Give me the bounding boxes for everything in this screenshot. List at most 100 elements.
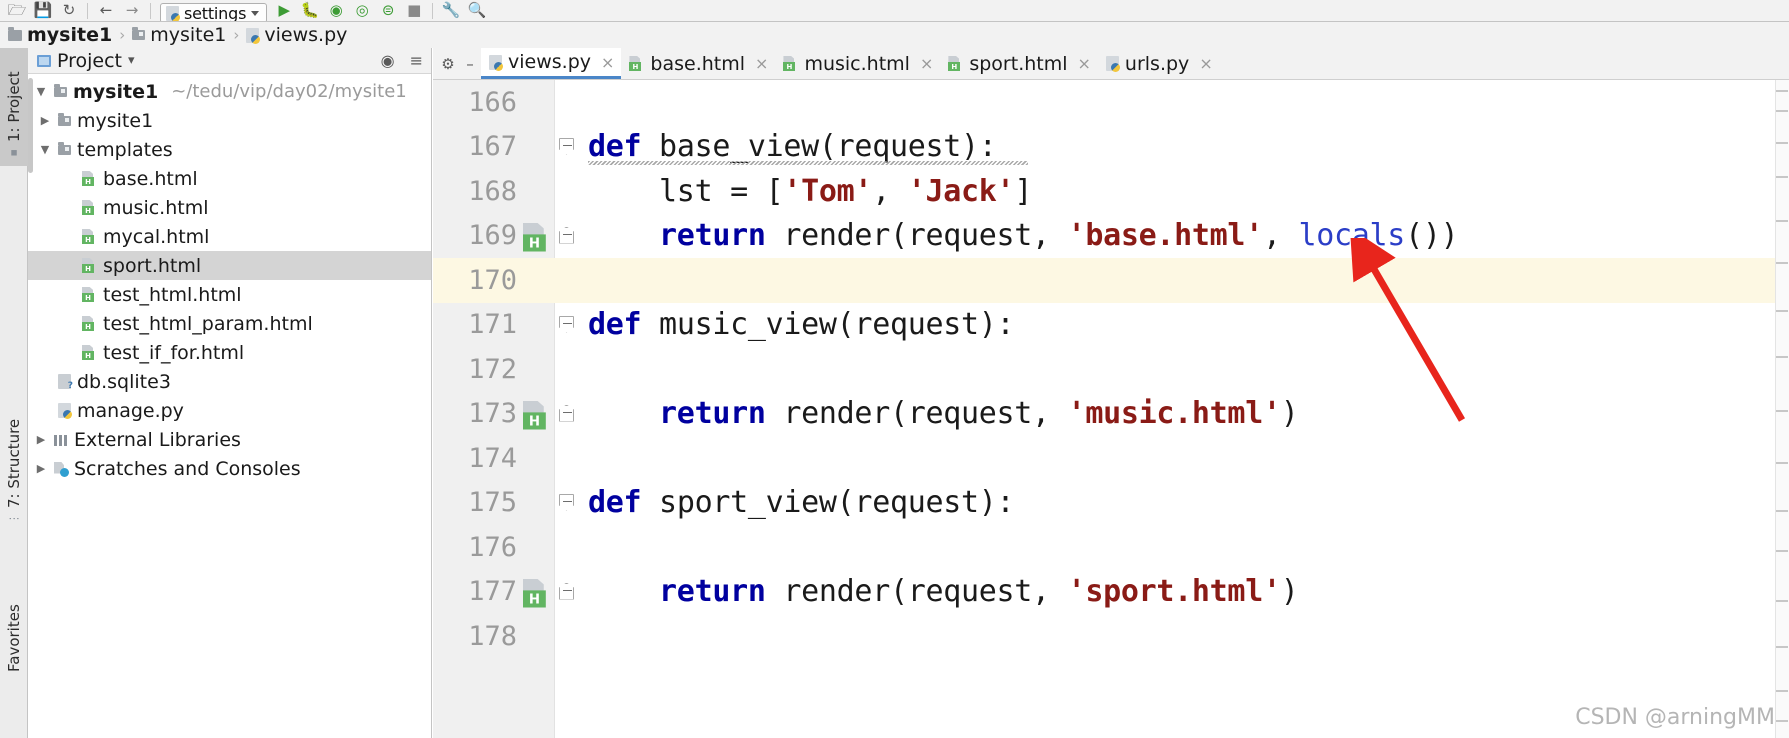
run-configuration-selector[interactable]: settings bbox=[160, 3, 268, 22]
tree-item-test-html-html[interactable]: ▶ test_html.html bbox=[28, 280, 431, 309]
chevron-right-icon[interactable]: ▶ bbox=[34, 462, 48, 475]
chevron-right-icon: ▶ bbox=[62, 230, 76, 243]
html-file-icon bbox=[82, 258, 97, 273]
code-fold-end-icon[interactable] bbox=[559, 404, 574, 422]
code-text: def sport_view(request): bbox=[588, 485, 1015, 521]
code-fold-start-icon[interactable] bbox=[559, 315, 574, 333]
marker-tick bbox=[1776, 550, 1788, 552]
tree-item-mysite1[interactable]: ▼ mysite1 ~/tedu/vip/day02/mysite1 bbox=[28, 77, 431, 106]
structure-icon: ⋮ bbox=[7, 513, 21, 524]
run-icon[interactable]: ▶ bbox=[271, 0, 297, 21]
tree-item-mycal-html[interactable]: ▶ mycal.html bbox=[28, 222, 431, 251]
editor-tab-label: urls.py bbox=[1124, 52, 1190, 75]
target-icon[interactable]: ◉ bbox=[381, 51, 395, 70]
open-folder-icon[interactable]: 🗁 bbox=[4, 0, 30, 21]
code-fold-start-icon[interactable] bbox=[559, 137, 574, 155]
tree-item-path: ~/tedu/vip/day02/mysite1 bbox=[171, 81, 407, 102]
sidebar-item-label: Favorites bbox=[5, 604, 23, 672]
close-icon[interactable]: × bbox=[1078, 54, 1091, 73]
editor-tab-music-html[interactable]: music.html × bbox=[775, 48, 940, 79]
run-configuration-label: settings bbox=[184, 3, 247, 22]
code-editor[interactable]: 166 167 def base_view(request): 168 lst = [… bbox=[433, 80, 1789, 738]
html-file-icon bbox=[82, 229, 97, 244]
marker-tick bbox=[1776, 310, 1788, 312]
run-queue-icon[interactable]: ⊜ bbox=[375, 0, 401, 21]
editor-tab-base-html[interactable]: base.html × bbox=[621, 48, 775, 79]
chevron-right-icon[interactable]: ▶ bbox=[34, 433, 48, 446]
code-fold-end-icon[interactable] bbox=[559, 226, 574, 244]
code-line: 169 return render(request, 'base.html', … bbox=[433, 214, 1789, 259]
toolbar-divider-3 bbox=[432, 2, 434, 19]
code-line: 173 return render(request, 'music.html') bbox=[433, 392, 1789, 437]
project-panel-title: Project bbox=[57, 49, 123, 72]
tree-item-test-html-param-html[interactable]: ▶ test_html_param.html bbox=[28, 309, 431, 338]
sync-icon[interactable]: ↻ bbox=[56, 0, 82, 21]
tree-item-mysite1[interactable]: ▶ mysite1 bbox=[28, 106, 431, 135]
minimize-icon[interactable]: – bbox=[459, 48, 481, 79]
python-file-icon bbox=[1105, 56, 1120, 72]
code-line: 175 def sport_view(request): bbox=[433, 481, 1789, 526]
tree-item-label: mysite1 bbox=[73, 80, 159, 103]
code-line: 166 bbox=[433, 80, 1789, 125]
code-line: 177 return render(request, 'sport.html') bbox=[433, 570, 1789, 615]
sidebar-item-favorites[interactable]: Favorites bbox=[0, 558, 28, 678]
line-number: 175 bbox=[468, 487, 517, 519]
breadcrumb-item-file[interactable]: views.py bbox=[246, 24, 347, 46]
search-icon[interactable]: 🔍 bbox=[464, 0, 490, 21]
chevron-down-icon[interactable]: ▼ bbox=[34, 85, 48, 98]
settings-gear-icon[interactable]: ⚙ bbox=[437, 48, 459, 79]
save-icon[interactable]: 💾 bbox=[30, 0, 56, 21]
tree-item-test-if-for-html[interactable]: ▶ test_if_for.html bbox=[28, 338, 431, 367]
breadcrumb-separator: › bbox=[233, 26, 240, 44]
breadcrumb-label: views.py bbox=[264, 24, 348, 46]
tree-item-templates[interactable]: ▼ templates bbox=[28, 135, 431, 164]
navigate-forward-icon[interactable]: → bbox=[119, 0, 145, 21]
tree-item-label: mysite1 bbox=[77, 109, 154, 132]
profile-icon[interactable]: ◎ bbox=[349, 0, 375, 21]
breadcrumb-item-package[interactable]: mysite1 bbox=[132, 24, 226, 46]
editor-tab-views-py[interactable]: views.py × bbox=[481, 48, 622, 79]
breadcrumb-label: mysite1 bbox=[150, 24, 227, 46]
tree-item-manage-py[interactable]: ▶ manage.py bbox=[28, 396, 431, 425]
run-with-coverage-icon[interactable]: ◉ bbox=[323, 0, 349, 21]
wrench-icon[interactable]: 🔧 bbox=[438, 0, 464, 21]
project-folder-icon bbox=[37, 54, 51, 67]
debug-icon[interactable]: 🐛 bbox=[297, 0, 323, 21]
tree-item-sport-html[interactable]: ▶ sport.html bbox=[28, 251, 431, 280]
code-fold-start-icon[interactable] bbox=[559, 493, 574, 511]
collapse-all-icon[interactable]: ≡ bbox=[410, 51, 423, 70]
sidebar-item-project[interactable]: ▪ 1: Project bbox=[0, 48, 28, 166]
close-icon[interactable]: × bbox=[601, 53, 614, 72]
editor-tab-urls-py[interactable]: urls.py × bbox=[1098, 48, 1220, 79]
chevron-down-icon[interactable]: ▼ bbox=[38, 143, 52, 156]
gutter-html-marker-icon bbox=[523, 401, 552, 429]
close-icon[interactable]: × bbox=[755, 54, 768, 73]
tree-item-db-sqlite3[interactable]: ▶ db.sqlite3 bbox=[28, 367, 431, 396]
html-file-icon bbox=[82, 287, 97, 302]
tree-item-label: db.sqlite3 bbox=[77, 370, 171, 393]
sidebar-item-structure[interactable]: ⋮ 7: Structure bbox=[0, 388, 28, 530]
chevron-right-icon[interactable]: ▶ bbox=[38, 114, 52, 127]
breadcrumb-item-project[interactable]: mysite1 bbox=[8, 24, 112, 46]
chevron-right-icon: ▶ bbox=[62, 172, 76, 185]
tree-item-scratches-and-consoles[interactable]: ▶ Scratches and Consoles bbox=[28, 454, 431, 483]
project-panel-scrollbar[interactable] bbox=[28, 78, 33, 173]
navigate-back-icon[interactable]: ← bbox=[93, 0, 119, 21]
editor-tab-sport-html[interactable]: sport.html × bbox=[940, 48, 1098, 79]
toolbar-divider-1 bbox=[87, 2, 88, 19]
breadcrumb-separator: › bbox=[119, 26, 126, 44]
breadcrumb: mysite1 › mysite1 › views.py bbox=[0, 22, 1789, 48]
editor-marker-strip[interactable] bbox=[1775, 80, 1789, 738]
tree-item-music-html[interactable]: ▶ music.html bbox=[28, 193, 431, 222]
tree-item-external-libraries[interactable]: ▶ External Libraries bbox=[28, 425, 431, 454]
code-fold-end-icon[interactable] bbox=[559, 582, 574, 600]
close-icon[interactable]: × bbox=[920, 54, 933, 73]
stop-icon[interactable]: ■ bbox=[401, 0, 427, 21]
code-line: 168 lst = ['Tom', 'Jack'] bbox=[433, 169, 1789, 214]
close-icon[interactable]: × bbox=[1199, 54, 1212, 73]
tree-item-label: test_if_for.html bbox=[103, 341, 245, 364]
chevron-down-icon[interactable]: ▾ bbox=[128, 53, 135, 68]
line-number: 172 bbox=[468, 353, 517, 385]
chevron-down-icon[interactable] bbox=[251, 10, 260, 16]
tree-item-base-html[interactable]: ▶ base.html bbox=[28, 164, 431, 193]
